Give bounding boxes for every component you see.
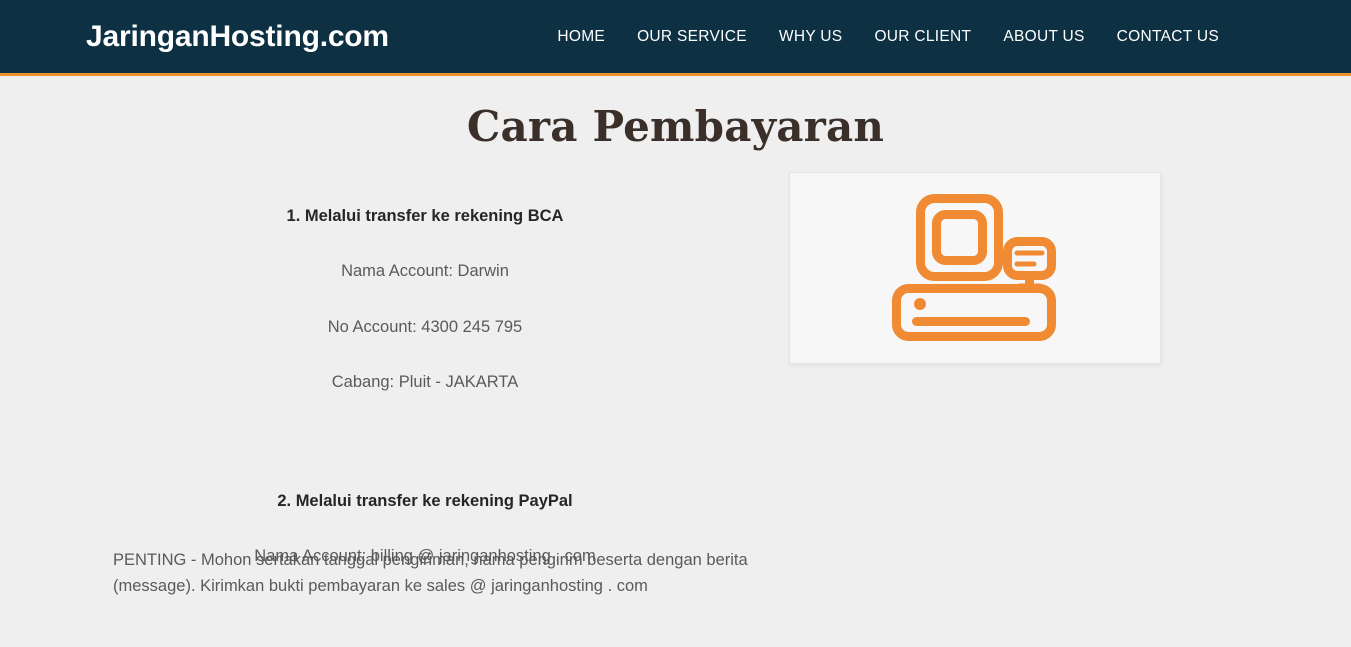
bca-account-number: No Account: 4300 245 795 (327, 317, 523, 336)
important-note: PENTING - Mohon sertakan tanggal pengiri… (113, 551, 748, 595)
payment-method-heading: 1. Melalui transfer ke rekening BCA (286, 207, 564, 226)
main-content: 1. Melalui transfer ke rekening BCA Nama… (0, 152, 1351, 647)
payment-illustration-card (789, 172, 1161, 365)
payment-methods: 1. Melalui transfer ke rekening BCA Nama… (113, 205, 737, 568)
nav-link-why-us[interactable]: WHY US (763, 23, 859, 51)
nav-link-about-us[interactable]: ABOUT US (987, 23, 1100, 51)
site-header: JaringanHosting.com HOME OUR SERVICE WHY… (0, 0, 1351, 76)
bca-branch: Cabang: Pluit - JAKARTA (331, 372, 519, 391)
nav-link-our-client[interactable]: OUR CLIENT (858, 23, 987, 51)
cash-register-icon (892, 194, 1056, 342)
bca-account-name: Nama Account: Darwin (341, 262, 509, 281)
payment-method-bca: 1. Melalui transfer ke rekening BCA Nama… (113, 205, 737, 393)
nav-link-our-service[interactable]: OUR SERVICE (621, 23, 763, 51)
site-logo[interactable]: JaringanHosting.com (86, 21, 389, 52)
page-title: Cara Pembayaran (466, 102, 885, 151)
nav-link-home[interactable]: HOME (541, 23, 621, 51)
main-navigation: HOME OUR SERVICE WHY US OUR CLIENT ABOUT… (541, 23, 1235, 51)
nav-link-contact-us[interactable]: CONTACT US (1101, 23, 1235, 51)
payment-method-heading: 2. Melalui transfer ke rekening PayPal (277, 491, 573, 510)
